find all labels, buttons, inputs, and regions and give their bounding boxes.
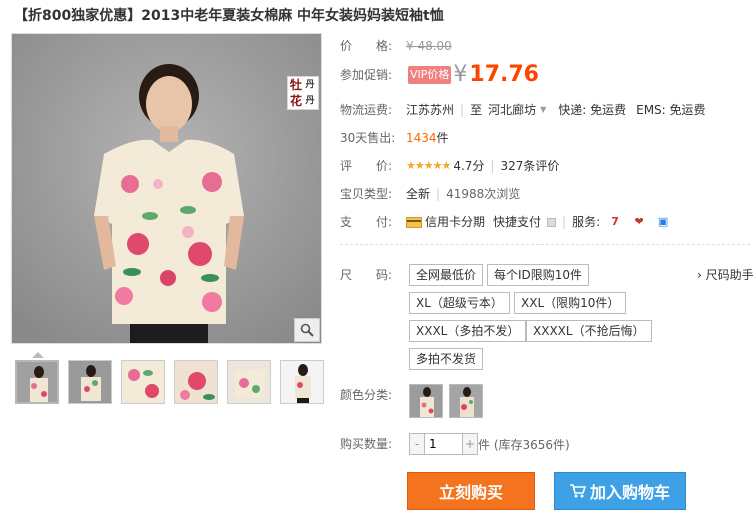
quantity-stepper: - +	[409, 433, 478, 455]
divider-bar: |	[436, 187, 441, 201]
original-price: ¥ 48.00	[406, 39, 452, 53]
sales-row: 30天售出: 1434 件	[340, 129, 449, 147]
payment-dropdown-icon[interactable]	[547, 217, 557, 227]
shipping-row: 物流运费: 江苏苏州 | 至 河北廊坊 ▼ 快递: 免运费 EMS: 免运费	[340, 101, 706, 119]
service-label: 服务:	[572, 215, 601, 229]
promo-label: 参加促销:	[340, 68, 393, 82]
view-count: 41988次浏览	[446, 187, 521, 201]
thumbnail-1[interactable]	[15, 360, 59, 404]
ship-to-prefix: 至	[470, 103, 483, 117]
decrease-button[interactable]: -	[409, 433, 425, 455]
express-fee: 快递: 免运费	[558, 103, 627, 117]
item-condition: 全新	[406, 187, 431, 201]
shipping-label: 物流运费:	[340, 103, 393, 117]
thumbnail-4[interactable]	[174, 360, 218, 404]
chevron-down-icon[interactable]: ▼	[540, 101, 546, 119]
rating-row: 评 价: ★★★★★ 4.7分 | 327条评价	[340, 157, 559, 175]
credit-card-icon	[406, 216, 422, 228]
sales-count: 1434	[406, 131, 437, 145]
color-swatch[interactable]	[449, 384, 483, 418]
quick-pay-option[interactable]: 快捷支付	[493, 213, 541, 231]
divider-bar: |	[490, 159, 495, 173]
sales-label: 30天售出:	[340, 131, 396, 145]
ship-from: 江苏苏州	[406, 103, 455, 117]
thumbnail-3[interactable]	[121, 360, 165, 404]
rating-label: 评 价:	[340, 159, 393, 173]
brand-seal-logo: 牡 丹 花 丹	[287, 76, 319, 110]
add-to-cart-button[interactable]: 加入购物车	[554, 472, 686, 510]
sales-unit: 件	[436, 131, 449, 145]
seal-char: 丹	[305, 79, 315, 90]
thumbnail-2[interactable]	[68, 360, 112, 404]
size-option[interactable]: 全网最低价	[409, 264, 484, 286]
seal-char: 花	[289, 93, 302, 108]
size-option[interactable]: XXL（限购10件）	[514, 292, 627, 314]
seal-char: 丹	[305, 95, 315, 106]
color-swatch[interactable]	[409, 384, 443, 418]
promo-price-row: 参加促销: VIP价格 ¥ 17.76	[340, 64, 539, 86]
increase-button[interactable]: +	[462, 433, 478, 455]
size-helper-link[interactable]: › 尺码助手	[697, 266, 754, 283]
rating-score: 4.7分	[453, 159, 485, 173]
quantity-label-row: 购买数量:	[340, 435, 406, 453]
size-option[interactable]: 每个ID限购10件	[487, 264, 590, 286]
ship-to-location[interactable]: 河北廊坊	[488, 101, 536, 119]
original-price-row: 价 格: ¥ 48.00	[340, 37, 452, 55]
installment-option[interactable]: 信用卡分期	[425, 213, 485, 231]
section-divider	[340, 244, 750, 245]
seal-char: 牡	[289, 77, 302, 92]
size-label-row: 尺 码:	[340, 266, 406, 284]
size-label: 尺 码:	[340, 268, 393, 282]
thumbnail-5[interactable]	[227, 360, 271, 404]
main-product-photo[interactable]: 牡 丹 花 丹	[11, 33, 322, 344]
model-figure	[12, 34, 321, 343]
divider-bar: |	[460, 103, 465, 117]
thumbnail-strip	[15, 360, 324, 404]
item-type-row: 宝贝类型: 全新 | 41988次浏览	[340, 185, 520, 203]
guarantee-icon[interactable]: ❤	[630, 213, 648, 231]
vip-price-tag: VIP价格	[408, 66, 452, 84]
yen-sign: ¥	[453, 62, 468, 87]
stock-info: 件 (库存3656件)	[478, 438, 570, 452]
magnifier-icon[interactable]	[294, 318, 320, 342]
thumbnail-pointer	[32, 352, 44, 358]
quantity-label: 购买数量:	[340, 437, 393, 451]
buy-now-label: 立刻购买	[438, 483, 503, 502]
color-label: 颜色分类:	[340, 388, 393, 402]
product-title: 【折800独家优惠】2013中老年夏装女棉麻 中年女装妈妈装短袖t恤	[14, 8, 444, 24]
item-type-label: 宝贝类型:	[340, 187, 393, 201]
quantity-input[interactable]	[425, 433, 462, 455]
size-option[interactable]: XXXXL（不抢后悔）	[526, 320, 652, 342]
add-to-cart-label: 加入购物车	[589, 483, 670, 502]
thumbnail-6[interactable]	[280, 360, 324, 404]
divider-bar: |	[562, 215, 567, 229]
size-option[interactable]: 多拍不发货	[409, 348, 484, 370]
payment-label: 支 付:	[340, 215, 393, 229]
buy-now-button[interactable]: 立刻购买	[407, 472, 535, 510]
color-label-row: 颜色分类:	[340, 386, 406, 404]
size-option[interactable]: XXXL（多拍不发）	[409, 320, 527, 342]
payment-row: 支 付: 信用卡分期 快捷支付 | 服务: 7 ❤ ▣	[340, 213, 672, 231]
ems-fee: EMS: 免运费	[636, 103, 706, 117]
invoice-icon[interactable]: ▣	[654, 213, 672, 231]
size-option[interactable]: XL（超级亏本）	[409, 292, 510, 314]
original-price-label: 价 格:	[340, 39, 393, 53]
promo-price: 17.76	[469, 62, 539, 87]
review-count-link[interactable]: 327条评价	[500, 157, 559, 175]
seven-day-return-icon[interactable]: 7	[606, 213, 624, 231]
rating-stars-icon: ★★★★★	[406, 159, 451, 172]
shopping-cart-icon	[569, 484, 586, 498]
